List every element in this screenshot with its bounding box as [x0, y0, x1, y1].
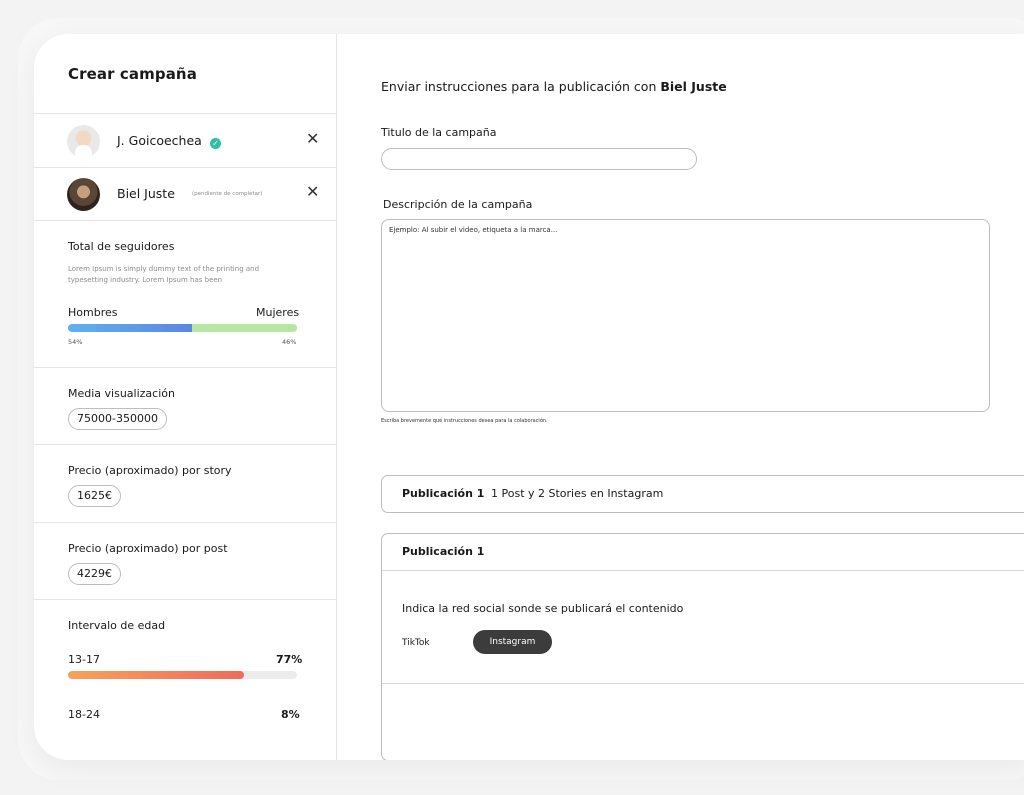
female-percent: 46% — [282, 338, 297, 346]
influencer-name: Biel Juste — [117, 186, 175, 201]
views-value: 75000-350000 — [68, 408, 167, 430]
story-price-value: 1625€ — [68, 485, 121, 507]
publication-panel: Publicación 1 Indica la red social sonde… — [381, 533, 1024, 760]
network-option-instagram[interactable]: Instagram — [473, 630, 552, 654]
age-range-label: 18-24 — [68, 708, 100, 721]
age-range-percent: 77% — [276, 653, 303, 666]
close-icon[interactable]: ✕ — [306, 184, 319, 200]
male-bar-fill — [68, 324, 192, 332]
divider — [34, 367, 337, 368]
female-label: Mujeres — [256, 306, 300, 319]
views-title: Media visualización — [68, 387, 175, 400]
divider — [34, 113, 337, 114]
sidebar-title: Crear campaña — [68, 65, 197, 83]
post-price-value: 4229€ — [68, 563, 121, 585]
status-badge: (pendiente de completar) — [192, 191, 263, 197]
divider — [34, 444, 337, 445]
network-question: Indica la red social sonde se publicará … — [402, 602, 684, 615]
campaign-title-input[interactable] — [381, 148, 697, 170]
story-price-title: Precio (aproximado) por story — [68, 464, 232, 477]
post-price-title: Precio (aproximado) por post — [68, 542, 228, 555]
description-label: Descripción de la campaña — [383, 198, 533, 211]
publication-row[interactable]: Publicación 1 1 Post y 2 Stories en Inst… — [381, 475, 1024, 513]
close-icon[interactable]: ✕ — [306, 131, 319, 147]
publication-summary: 1 Post y 2 Stories en Instagram — [491, 487, 664, 500]
description-textarea[interactable]: Ejemplo: Al subir el video, etiqueta a l… — [381, 219, 990, 412]
divider — [34, 599, 337, 600]
divider — [382, 683, 1024, 684]
age-range-label: 13-17 — [68, 653, 100, 666]
divider — [34, 220, 337, 221]
followers-title: Total de seguidores — [68, 240, 175, 253]
publication-title: Publicación 1 — [402, 487, 485, 500]
influencer-name: J. Goicoechea — [117, 133, 202, 148]
female-bar-fill — [191, 324, 297, 332]
influencer-row[interactable]: J. Goicoechea ✓ ✕ — [34, 115, 337, 167]
sidebar: Crear campaña J. Goicoechea ✓ ✕ Biel Jus… — [34, 34, 337, 760]
divider — [382, 570, 1024, 571]
heading-text: Enviar instrucciones para la publicación… — [381, 79, 657, 94]
publication-title: Publicación 1 — [402, 545, 485, 558]
followers-description: Lorem Ipsum is simply dummy text of the … — [68, 265, 260, 284]
male-label: Hombres — [68, 306, 118, 319]
network-option-tiktok[interactable]: TikTok — [402, 638, 430, 648]
age-bar-fill — [68, 671, 245, 679]
avatar — [67, 125, 100, 158]
avatar — [67, 178, 100, 211]
heading-name: Biel Juste — [660, 79, 727, 94]
influencer-row[interactable]: Biel Juste (pendiente de completar) ✕ — [34, 168, 337, 220]
page-title: Enviar instrucciones para la publicación… — [381, 79, 727, 94]
campaign-title-label: Titulo de la campaña — [381, 126, 497, 139]
campaign-window: Crear campaña J. Goicoechea ✓ ✕ Biel Jus… — [34, 34, 1024, 760]
divider — [34, 522, 337, 523]
age-title: Intervalo de edad — [68, 619, 166, 632]
male-percent: 54% — [68, 338, 83, 346]
gender-bar — [68, 324, 297, 332]
description-helper: Escriba brevemente qué instrucciones des… — [381, 418, 548, 424]
verified-icon: ✓ — [210, 138, 221, 149]
age-range-percent: 8% — [281, 708, 300, 721]
age-bar — [68, 671, 297, 679]
